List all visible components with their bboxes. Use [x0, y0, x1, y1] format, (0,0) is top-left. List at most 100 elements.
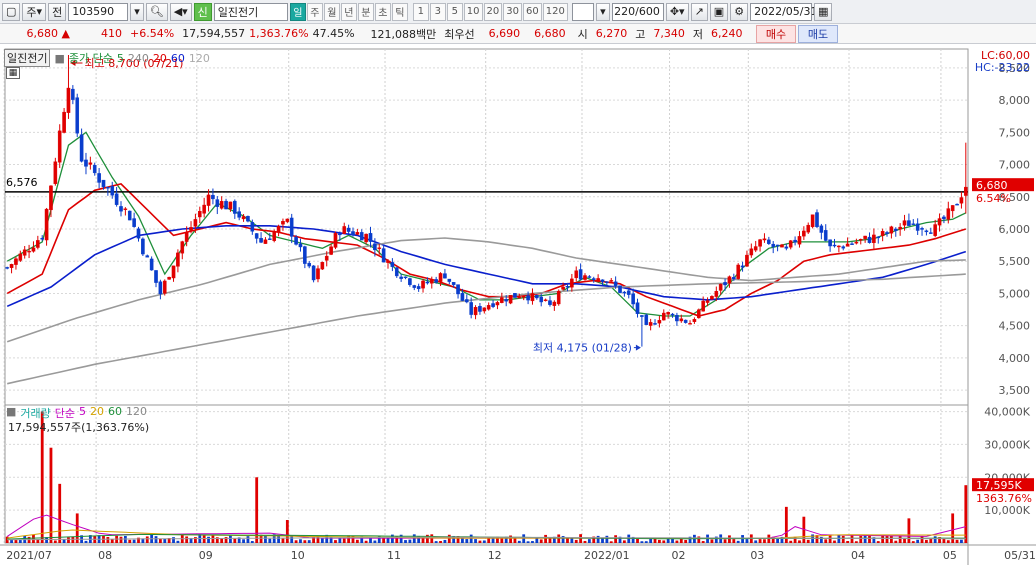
candle-body [758, 239, 762, 247]
interval-tab[interactable]: 10 [463, 2, 483, 21]
candle-body [854, 241, 859, 244]
volume-bar [903, 538, 906, 543]
market-select[interactable]: 주 ▾ [22, 2, 47, 21]
candle-body [727, 276, 732, 284]
interval-tab[interactable]: 30 [503, 2, 522, 21]
volume-bar [172, 537, 175, 543]
low-price: 6,240 [711, 27, 743, 40]
interval-tab[interactable]: 60 [523, 2, 542, 21]
candle-body [324, 255, 329, 261]
candle-body [53, 161, 58, 184]
candle-body [762, 238, 767, 241]
period-tab[interactable]: 년 [340, 2, 357, 21]
last-price-label: 6,680 [976, 179, 1008, 192]
volume-bar [106, 536, 110, 543]
volume-bar [386, 538, 390, 543]
interval-dropdown-icon[interactable]: ▾ [595, 2, 610, 21]
candle-body [443, 273, 447, 279]
volume-bar [824, 539, 828, 543]
legend-stock-name[interactable]: 일진전기 [4, 49, 51, 67]
candle-body [44, 208, 49, 241]
volume-bar [233, 538, 237, 543]
volume-bar [841, 535, 845, 543]
period-tab[interactable]: 분 [357, 2, 374, 21]
count-field[interactable]: 220/600 [611, 2, 664, 21]
chart-area[interactable]: 8,5008,0007,5007,0006,5006,0005,5005,000… [0, 45, 1036, 565]
code-input[interactable]: 103590 [68, 2, 129, 21]
volume-bar [920, 536, 924, 543]
window-icon[interactable]: ▢ [2, 2, 21, 21]
calendar-icon[interactable]: ▦ [814, 2, 833, 21]
volume-bar [412, 534, 416, 543]
bid-price: 6,680 [534, 27, 566, 40]
candle-body [819, 225, 824, 233]
volume-bar [929, 538, 933, 543]
period-tab[interactable]: 초 [374, 2, 391, 21]
volume-bar [854, 541, 858, 543]
volume-bar [544, 534, 547, 543]
candle-body [802, 230, 806, 237]
candle-body [587, 276, 592, 278]
candle-body [670, 313, 675, 316]
interval-custom-input[interactable] [571, 2, 594, 21]
volume-bar [933, 536, 937, 543]
gear-icon[interactable]: ⚙ [730, 2, 749, 21]
legend-ma-240: 240 [127, 51, 149, 65]
candle-body [784, 246, 789, 249]
candle-body [176, 252, 180, 267]
volume-bar [601, 538, 604, 543]
candle-body [661, 312, 666, 321]
candle-body [36, 240, 40, 248]
buy-button[interactable]: 매수 [756, 25, 796, 43]
candle-body [701, 300, 705, 312]
candle-body [775, 244, 780, 247]
ask-price: 6,690 [488, 27, 521, 40]
candle-body [679, 318, 684, 322]
market-label: 주 [26, 5, 37, 19]
speaker-icon[interactable]: ◀︎▾ [169, 2, 192, 21]
candle-body [596, 278, 600, 282]
candle-body [136, 228, 141, 239]
interval-tab[interactable]: 20 [483, 2, 503, 21]
volume-bar [163, 538, 167, 543]
stock-name-field[interactable]: 일진전기 [213, 2, 288, 21]
period-tab[interactable]: 월 [323, 2, 340, 21]
volume-bar [894, 540, 898, 543]
time-tick-label: 12 [488, 549, 502, 562]
candle-body [578, 269, 583, 280]
volume-bar [250, 541, 254, 543]
mode-select[interactable]: 전 [48, 2, 67, 21]
candle-body [149, 258, 154, 271]
candle-body [823, 230, 828, 241]
table-icon[interactable]: ▦ [6, 67, 20, 79]
volume-bar [833, 540, 836, 543]
legend-ma-20: 20 [152, 51, 167, 65]
code-dropdown-icon[interactable]: ▾ [130, 2, 144, 21]
candle-body [723, 282, 727, 286]
period-tab[interactable]: 주 [306, 2, 323, 21]
candle-body [635, 302, 640, 314]
candle-body [640, 315, 644, 317]
bookmark-icon[interactable]: ▣ [709, 2, 729, 21]
search-icon[interactable]: 🔍︎ [145, 2, 168, 21]
candle-body [644, 314, 649, 325]
crosshair-icon[interactable]: ✥▾ [665, 2, 689, 21]
volume-bar [789, 540, 793, 543]
period-tab[interactable]: 틱 [391, 2, 408, 21]
period-tab[interactable]: 일 [289, 2, 306, 21]
interval-tab[interactable]: 1 [412, 2, 429, 21]
candle-body [732, 277, 736, 280]
low-note: 최저 4,175 (01/28) [533, 342, 632, 355]
draw-line-icon[interactable]: ↗ [690, 2, 708, 21]
toolbar: ▢ 주 ▾ 전 103590 ▾ 🔍︎ ◀︎▾ 신 일진전기 일주월년분초틱 13… [0, 0, 1036, 24]
interval-tab[interactable]: 5 [446, 2, 463, 21]
interval-tab[interactable]: 120 [542, 2, 568, 21]
candle-body [272, 231, 277, 241]
sell-button[interactable]: 매도 [798, 25, 838, 43]
interval-tab[interactable]: 3 [429, 2, 446, 21]
candle-body [298, 243, 303, 248]
candle-body [657, 320, 662, 324]
candle-body [158, 281, 163, 295]
volume-bar [517, 540, 521, 543]
date-field[interactable]: 2022/05/31 [750, 2, 817, 21]
